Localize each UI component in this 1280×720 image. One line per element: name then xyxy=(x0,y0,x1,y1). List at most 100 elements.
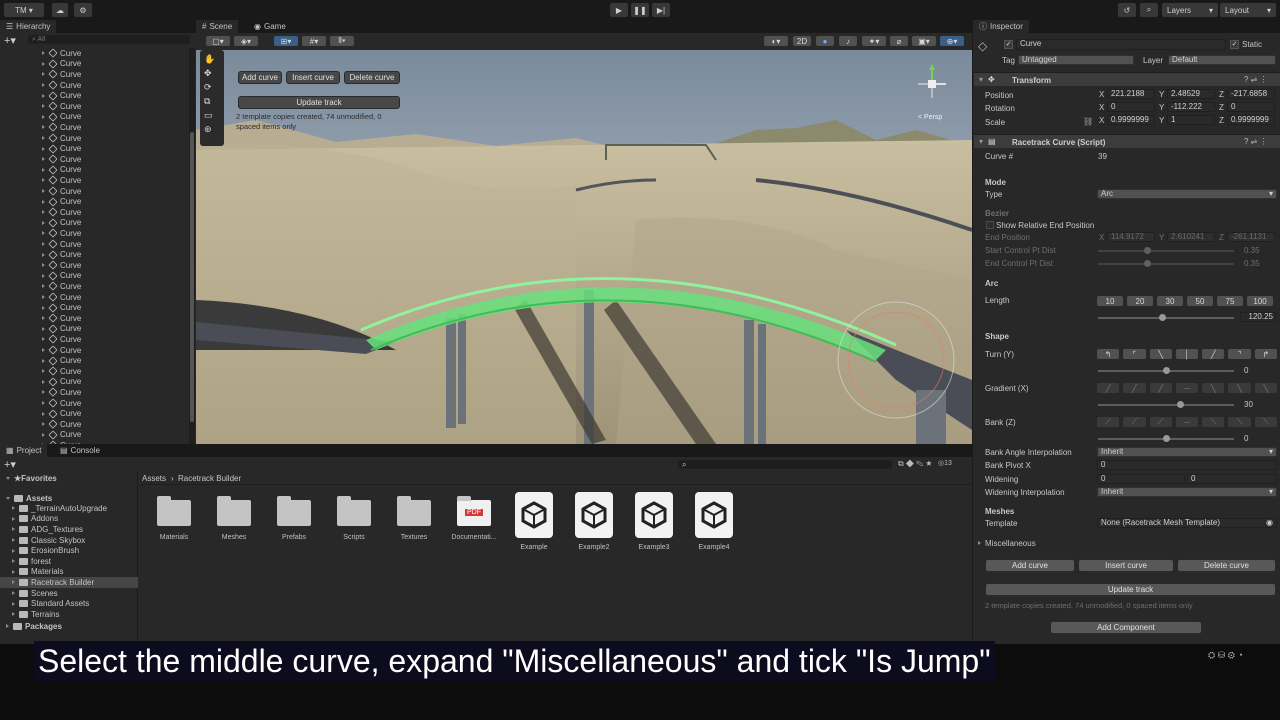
play-button[interactable]: ▶ xyxy=(610,3,628,17)
gradient-preset-icon[interactable]: ╲ xyxy=(1202,383,1225,393)
layout-dropdown[interactable]: Layout ▾ xyxy=(1220,3,1276,17)
project-folder-item[interactable]: Classic Skybox xyxy=(0,535,138,546)
expand-arrow-icon[interactable] xyxy=(42,316,45,321)
update-track-button[interactable]: Update track xyxy=(985,583,1276,596)
gradient-preset-icon[interactable]: ─ xyxy=(1175,383,1199,393)
expand-arrow-icon[interactable] xyxy=(42,326,45,331)
hierarchy-item[interactable]: Curve xyxy=(0,387,188,398)
project-folder-item[interactable]: Terrains xyxy=(0,609,138,620)
type-dropdown[interactable]: Arc ▾ xyxy=(1097,189,1277,199)
add-curve-button[interactable]: Add curve xyxy=(985,559,1075,572)
asset-item[interactable]: Example2 xyxy=(564,492,624,551)
expand-arrow-icon[interactable] xyxy=(42,93,45,98)
expand-arrow-icon[interactable] xyxy=(42,51,45,56)
bank-preset-icon[interactable]: ⟋ xyxy=(1097,417,1120,427)
asset-item[interactable]: Example xyxy=(504,492,564,551)
component-menu-icons[interactable]: ? ⇌ ⋮ xyxy=(1244,137,1268,146)
axis-label-x[interactable]: X xyxy=(1099,116,1104,125)
project-search-input[interactable]: ⌕ xyxy=(678,460,892,469)
project-folder-item[interactable]: Addons xyxy=(0,514,138,525)
filter-icons[interactable]: ⧉ ◆ ✎ ★ ◎13 xyxy=(898,459,952,469)
hierarchy-item[interactable]: Curve xyxy=(0,324,188,335)
rotation-x-field[interactable]: 0 xyxy=(1107,102,1155,112)
create-icon[interactable]: +▾ xyxy=(4,458,16,471)
expand-arrow-icon[interactable] xyxy=(42,72,45,77)
expand-arrow-icon[interactable] xyxy=(42,242,45,247)
project-folder-item[interactable]: _TerrainAutoUpgrade xyxy=(0,503,138,514)
axis-label-y[interactable]: Y xyxy=(1159,116,1164,125)
expand-arrow-icon[interactable] xyxy=(12,569,15,574)
length-slider[interactable] xyxy=(1098,314,1234,321)
bank-preset-icon[interactable]: ⟋ xyxy=(1149,417,1172,427)
axis-label-y[interactable]: Y xyxy=(1159,103,1164,112)
hierarchy-scrollbar[interactable] xyxy=(189,48,195,444)
component-menu-icons[interactable]: ? ⇌ ⋮ xyxy=(1244,75,1268,84)
asset-item[interactable]: Textures xyxy=(384,496,444,541)
hierarchy-item[interactable]: Curve xyxy=(0,345,188,356)
expand-arrow-icon[interactable] xyxy=(12,601,15,606)
expand-arrow-icon[interactable] xyxy=(42,422,45,427)
asset-item[interactable]: Prefabs xyxy=(264,496,324,541)
axis-label-y[interactable]: Y xyxy=(1159,90,1164,99)
tab-game[interactable]: ◉ Game xyxy=(248,20,292,33)
length-preset-button[interactable]: 20 xyxy=(1127,296,1153,306)
scale-tool-icon[interactable]: ⧉ xyxy=(204,96,210,107)
asset-item[interactable]: Meshes xyxy=(204,496,264,541)
expand-arrow-icon[interactable] xyxy=(12,612,15,617)
expand-arrow-icon[interactable] xyxy=(42,231,45,236)
end-position-x-field[interactable]: 114.9172 xyxy=(1107,232,1155,242)
hierarchy-item[interactable]: Curve xyxy=(0,133,188,144)
asset-item[interactable]: Materials xyxy=(144,496,204,541)
gradient-slider[interactable] xyxy=(1098,401,1234,408)
expand-arrow-icon[interactable] xyxy=(12,506,15,511)
hand-tool-icon[interactable]: ✋ xyxy=(204,54,215,65)
position-y-field[interactable]: 2.48529 xyxy=(1167,89,1215,99)
tab-hierarchy[interactable]: ☰ Hierarchy xyxy=(0,20,57,33)
expand-arrow-icon[interactable] xyxy=(42,379,45,384)
gizmos-icon[interactable]: ⊕▾ xyxy=(940,36,964,46)
hierarchy-item[interactable]: Curve xyxy=(0,355,188,366)
length-preset-button[interactable]: 30 xyxy=(1157,296,1183,306)
link-icon[interactable]: ⛓ xyxy=(1083,117,1093,126)
hierarchy-item[interactable]: Curve xyxy=(0,69,188,80)
expand-arrow-icon[interactable] xyxy=(42,411,45,416)
hierarchy-item[interactable]: Curve xyxy=(0,419,188,430)
effects-icon[interactable]: ✦▾ xyxy=(862,36,886,46)
turn-hard-left-icon[interactable]: ↰ xyxy=(1097,349,1120,359)
miscellaneous-foldout[interactable]: Miscellaneous xyxy=(978,538,1036,549)
hierarchy-item[interactable]: Curve xyxy=(0,271,188,282)
expand-arrow-icon[interactable] xyxy=(42,210,45,215)
expand-arrow-icon[interactable] xyxy=(12,527,15,532)
pause-button[interactable]: ❚❚ xyxy=(631,3,649,17)
expand-arrow-icon[interactable] xyxy=(42,167,45,172)
object-picker-icon[interactable]: ◉ xyxy=(1266,519,1273,527)
position-x-field[interactable]: 221.2188 xyxy=(1107,89,1155,99)
layer-dropdown[interactable]: Default xyxy=(1168,55,1276,65)
tag-dropdown[interactable]: Untagged xyxy=(1018,55,1134,65)
asset-item[interactable]: Example3 xyxy=(624,492,684,551)
project-folder-item[interactable]: forest xyxy=(0,556,138,567)
turn-left-icon[interactable]: ⌜ xyxy=(1123,349,1146,359)
hierarchy-item[interactable]: Curve xyxy=(0,218,188,229)
add-icon[interactable]: +▾ xyxy=(4,34,16,47)
expand-arrow-icon[interactable] xyxy=(42,348,45,353)
turn-slider[interactable] xyxy=(1098,367,1234,374)
hierarchy-item[interactable]: Curve xyxy=(0,143,188,154)
move-tool-icon[interactable]: ✥ xyxy=(204,68,212,79)
expand-arrow-icon[interactable] xyxy=(42,136,45,141)
delete-curve-button[interactable]: Delete curve xyxy=(1177,559,1276,572)
hierarchy-item[interactable]: Curve xyxy=(0,175,188,186)
expand-arrow-icon[interactable] xyxy=(42,61,45,66)
expand-arrow-icon[interactable] xyxy=(42,157,45,162)
show-relative-end-checkbox[interactable] xyxy=(986,221,994,229)
hierarchy-item[interactable]: Curve xyxy=(0,196,188,207)
bank-interp-dropdown[interactable]: Inherit ▾ xyxy=(1097,447,1277,457)
turn-slight-right-icon[interactable]: ╱ xyxy=(1202,349,1225,359)
expand-arrow-icon[interactable] xyxy=(12,548,15,553)
axis-label-z[interactable]: Z xyxy=(1219,103,1224,112)
bank-preset-icon[interactable]: ⟋ xyxy=(1123,417,1146,427)
projection-label[interactable]: < Persp xyxy=(918,114,942,121)
bank-preset-icon[interactable]: ⟍ xyxy=(1254,417,1277,427)
hierarchy-item[interactable]: Curve xyxy=(0,408,188,419)
axis-label-x[interactable]: X xyxy=(1099,103,1104,112)
